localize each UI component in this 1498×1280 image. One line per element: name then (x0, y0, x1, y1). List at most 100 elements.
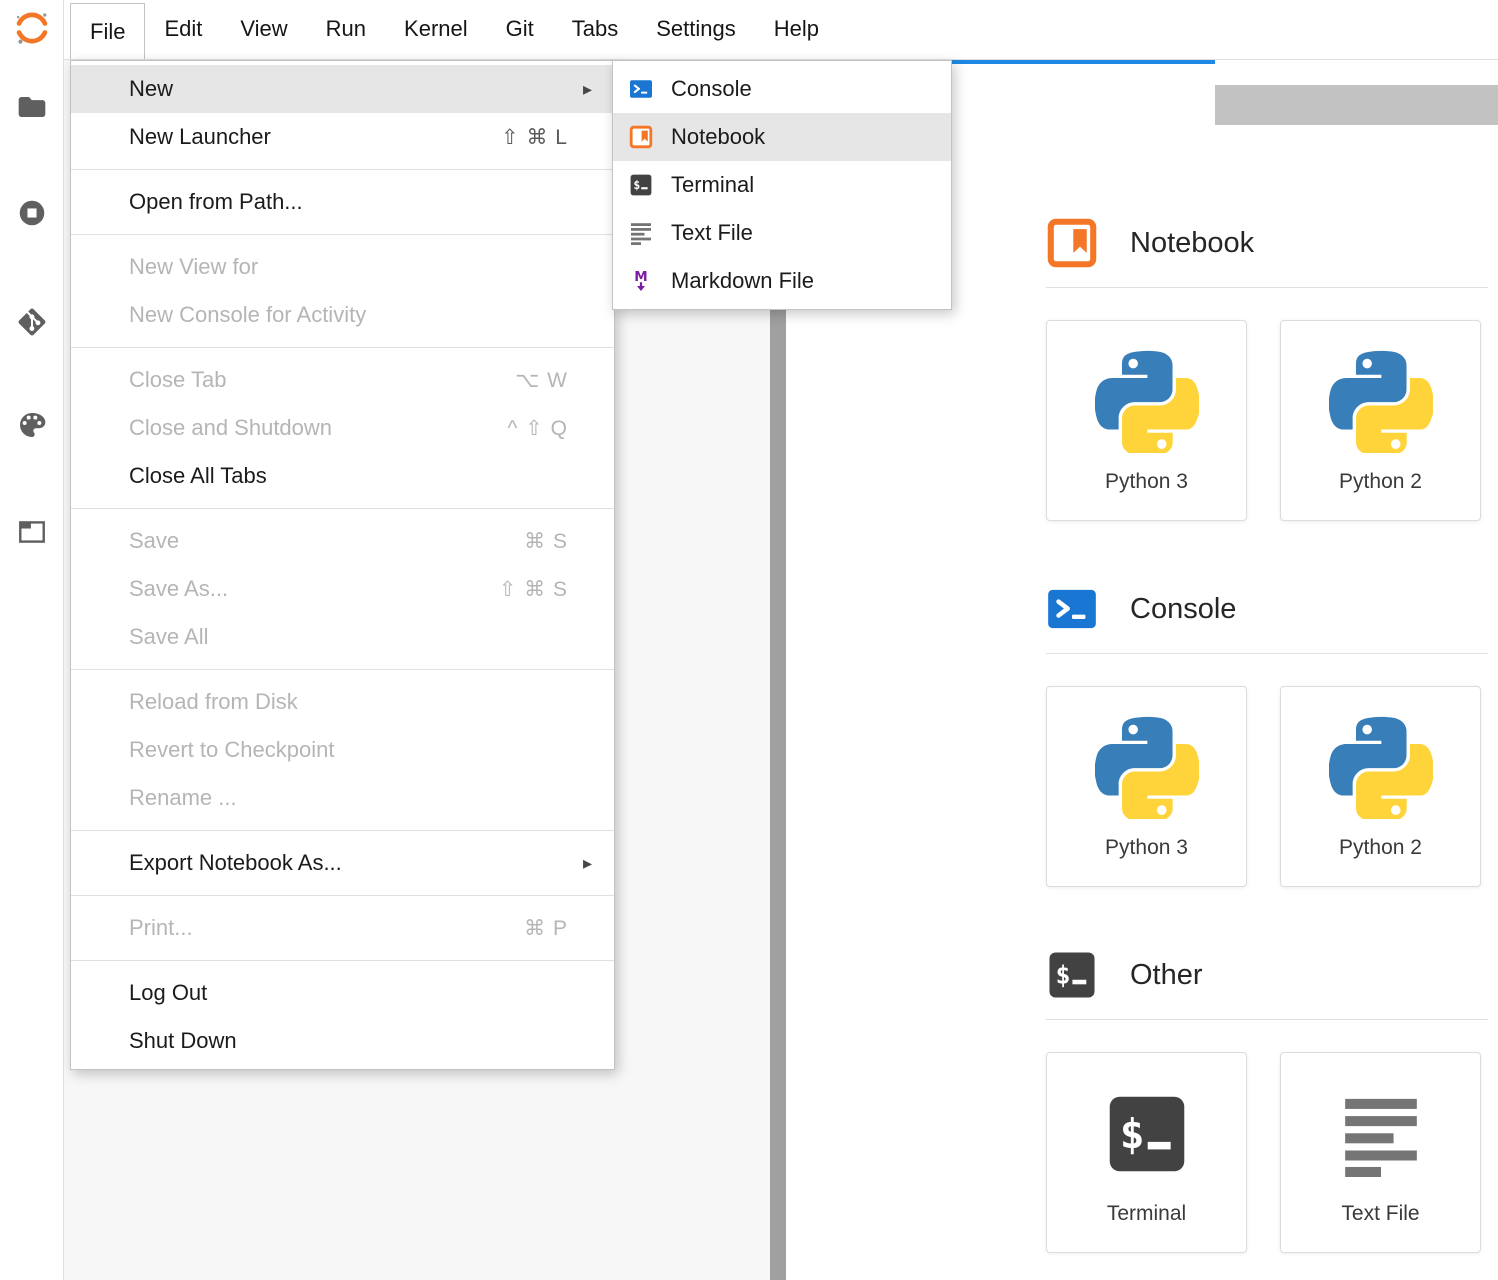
new-submenu-item-console[interactable]: Console (613, 65, 951, 113)
menu-item-label: Log Out (129, 980, 207, 1006)
menu-item-label: Terminal (671, 172, 754, 198)
jupyter-logo (11, 7, 53, 49)
section-header: $Other (1046, 949, 1488, 1001)
menu-item-shortcut: ^ ⇧ Q (508, 416, 568, 441)
launcher-card-other-terminal[interactable]: $Terminal (1046, 1052, 1247, 1253)
menubar-item-help[interactable]: Help (755, 0, 838, 59)
menu-item-label: Revert to Checkpoint (129, 737, 334, 763)
folder-icon[interactable] (16, 91, 48, 123)
terminal-icon: $ (629, 173, 653, 197)
file-menu-item-close-tab: Close Tab ⌥ W (71, 356, 614, 404)
card-label: Python 2 (1339, 470, 1422, 494)
menubar-item-file[interactable]: File (70, 3, 145, 59)
file-menu-item-close-all-tabs[interactable]: Close All Tabs (71, 452, 614, 500)
file-menu-item-new[interactable]: New▸ (71, 65, 614, 113)
card-row: Python 3 Python 2 (1046, 686, 1488, 887)
menubar-item-run[interactable]: Run (307, 0, 385, 59)
python-icon (1329, 715, 1433, 819)
menu-divider (71, 169, 614, 170)
section-title: Console (1130, 593, 1236, 626)
menu-divider (71, 669, 614, 670)
menu-divider (71, 960, 614, 961)
section-rule (1046, 1019, 1488, 1020)
text-file-icon (629, 221, 653, 245)
menu-item-label: Close All Tabs (129, 463, 267, 489)
menu-item-label: New Launcher (129, 124, 271, 150)
menu-item-shortcut: ⌥ W (515, 368, 568, 393)
menu-item-label: New (129, 76, 173, 102)
left-sidebar (0, 0, 64, 1280)
file-menu-item-print: Print... ⌘ P (71, 904, 614, 952)
menu-item-shortcut: ⌘ P (524, 916, 568, 941)
menu-item-label: Print... (129, 915, 193, 941)
file-menu-item-new-view-for: New View for (71, 243, 614, 291)
menu-item-label: New Console for Activity (129, 302, 366, 328)
menubar-item-edit[interactable]: Edit (145, 0, 221, 59)
menu-item-label: Reload from Disk (129, 689, 298, 715)
menu-divider (71, 830, 614, 831)
running-kernels-icon[interactable] (16, 197, 48, 229)
menubar-item-kernel[interactable]: Kernel (385, 0, 487, 59)
file-menu-item-rename: Rename ... (71, 774, 614, 822)
launcher-card-other-text-file[interactable]: Text File (1280, 1052, 1481, 1253)
section-title: Other (1130, 959, 1203, 992)
palette-icon[interactable] (16, 409, 48, 441)
card-row: Python 3 Python 2 (1046, 320, 1488, 521)
python-icon (1095, 715, 1199, 819)
launcher-section-notebook: Notebook Python 3 Python 2 (1046, 217, 1488, 521)
launcher-card-console-python-2[interactable]: Python 2 (1280, 686, 1481, 887)
section-title: Notebook (1130, 227, 1254, 260)
tab-bar-filler (1215, 85, 1498, 125)
new-submenu-item-markdown-file[interactable]: MMarkdown File (613, 257, 951, 305)
menu-item-label: Close Tab (129, 367, 226, 393)
git-icon[interactable] (16, 306, 48, 338)
card-label: Terminal (1107, 1202, 1186, 1226)
menu-item-label: Rename ... (129, 785, 237, 811)
section-header: Notebook (1046, 217, 1488, 269)
file-menu-item-export-notebook-as[interactable]: Export Notebook As...▸ (71, 839, 614, 887)
menubar-item-tabs[interactable]: Tabs (553, 0, 637, 59)
menubar-item-git[interactable]: Git (487, 0, 553, 59)
file-menu-item-shut-down[interactable]: Shut Down (71, 1017, 614, 1065)
menu-item-label: Save As... (129, 576, 228, 602)
menu-divider (71, 234, 614, 235)
section-rule (1046, 653, 1488, 654)
menu-item-label: Export Notebook As... (129, 850, 342, 876)
file-menu-item-new-launcher[interactable]: New Launcher ⇧ ⌘ L (71, 113, 614, 161)
new-submenu-item-notebook[interactable]: Notebook (613, 113, 951, 161)
launcher-card-notebook-python-2[interactable]: Python 2 (1280, 320, 1481, 521)
menubar-item-settings[interactable]: Settings (637, 0, 755, 59)
notebook-icon (1046, 217, 1098, 269)
console-icon (629, 77, 653, 101)
menu-item-shortcut: ⇧ ⌘ L (501, 125, 568, 150)
new-submenu-item-terminal[interactable]: $ Terminal (613, 161, 951, 209)
menu-item-label: New View for (129, 254, 258, 280)
menu-divider (71, 347, 614, 348)
file-menu-item-open-from-path[interactable]: Open from Path... (71, 178, 614, 226)
menubar-item-view[interactable]: View (221, 0, 306, 59)
file-menu-item-log-out[interactable]: Log Out (71, 969, 614, 1017)
new-submenu-item-text-file[interactable]: Text File (613, 209, 951, 257)
file-menu-item-revert-to-checkpoint: Revert to Checkpoint (71, 726, 614, 774)
card-row: $Terminal Text File (1046, 1052, 1488, 1253)
section-rule (1046, 287, 1488, 288)
file-menu-item-save-all: Save All (71, 613, 614, 661)
menu-item-label: Notebook (671, 124, 765, 150)
launcher-card-notebook-python-3[interactable]: Python 3 (1046, 320, 1247, 521)
python-icon (1095, 349, 1199, 453)
notebook-icon (629, 125, 653, 149)
card-label: Python 3 (1105, 470, 1188, 494)
card-label: Python 3 (1105, 836, 1188, 860)
menu-item-label: Markdown File (671, 268, 814, 294)
menu-item-label: Console (671, 76, 752, 102)
file-menu-item-reload-from-disk: Reload from Disk (71, 678, 614, 726)
card-label: Python 2 (1339, 836, 1422, 860)
section-header: Console (1046, 583, 1488, 635)
menu-item-label: Text File (671, 220, 753, 246)
menu-divider (71, 895, 614, 896)
tabs-icon[interactable] (16, 516, 48, 548)
menu-item-label: Open from Path... (129, 189, 303, 215)
launcher-card-console-python-3[interactable]: Python 3 (1046, 686, 1247, 887)
card-label: Text File (1341, 1202, 1419, 1226)
svg-text:$: $ (633, 178, 640, 192)
